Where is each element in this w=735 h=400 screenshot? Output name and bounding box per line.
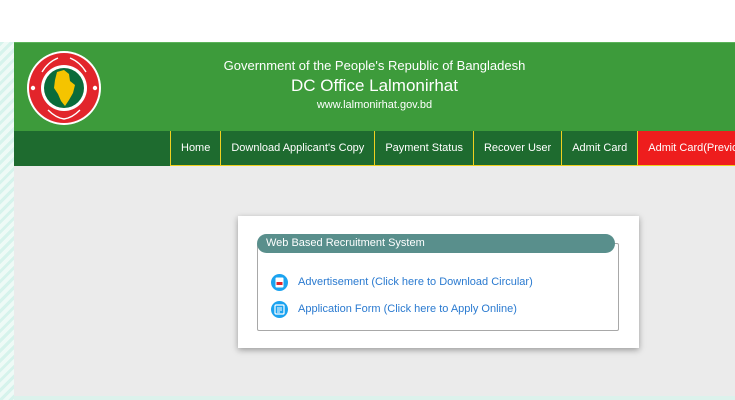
application-form-link-label[interactable]: Application Form (Click here to Apply On… xyxy=(298,303,517,315)
form-icon xyxy=(271,300,288,318)
panel-title: Web Based Recruitment System xyxy=(257,234,615,253)
top-spacer xyxy=(0,0,735,42)
application-form-link[interactable]: Application Form (Click here to Apply On… xyxy=(271,300,517,318)
footer-strip xyxy=(14,396,735,400)
nav-admit-card[interactable]: Admit Card xyxy=(561,131,639,166)
recruitment-card: Web Based Recruitment System Advertiseme… xyxy=(238,216,639,348)
nav-menu: Home Download Applicant's Copy Payment S… xyxy=(170,131,735,166)
website-url: www.lalmonirhat.gov.bd xyxy=(316,99,433,111)
nav-admit-card-previous[interactable]: Admit Card(Previous) xyxy=(637,131,735,166)
advertisement-link-label[interactable]: Advertisement (Click here to Download Ci… xyxy=(298,276,533,288)
pdf-icon xyxy=(271,273,288,291)
nav-payment-status[interactable]: Payment Status xyxy=(374,131,474,166)
nav-recover-user[interactable]: Recover User xyxy=(472,131,563,166)
site-header: Government of the People's Republic of B… xyxy=(14,42,735,131)
main-navbar: Home Download Applicant's Copy Payment S… xyxy=(14,131,735,166)
side-decoration xyxy=(0,42,14,400)
government-title: Government of the People's Republic of B… xyxy=(223,58,526,73)
header-titles: Government of the People's Republic of B… xyxy=(14,57,735,114)
nav-home[interactable]: Home xyxy=(170,131,222,166)
main-content: Web Based Recruitment System Advertiseme… xyxy=(14,166,735,396)
advertisement-link[interactable]: Advertisement (Click here to Download Ci… xyxy=(271,273,533,291)
office-title: DC Office Lalmonirhat xyxy=(291,76,458,95)
nav-download-applicant-copy[interactable]: Download Applicant's Copy xyxy=(220,131,376,166)
